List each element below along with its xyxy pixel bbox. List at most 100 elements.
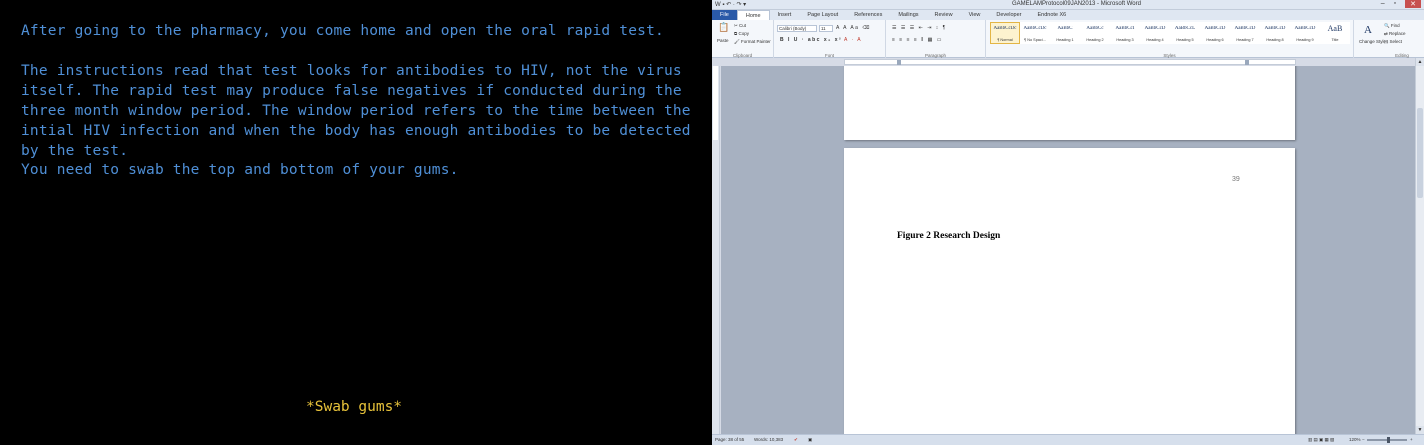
find-button[interactable]: 🔍 Find <box>1384 23 1400 29</box>
style-3[interactable]: AaBbC Heading 1 <box>1050 22 1080 44</box>
zoom-slider-thumb[interactable] <box>1387 437 1391 443</box>
tab-mailings[interactable]: Mailings <box>890 10 926 20</box>
document-area[interactable]: 39 Figure 2 Research Design <box>721 66 1415 434</box>
font-size-select[interactable]: 11 <box>819 25 833 32</box>
tab-view[interactable]: View <box>961 10 989 20</box>
macro-icon[interactable]: ▣ <box>808 437 812 443</box>
style-11[interactable]: AaBbCcD Heading 9 <box>1290 22 1320 44</box>
style-2[interactable]: AaBbCcDc ¶ No Spaci... <box>1020 22 1050 44</box>
proofing-icon[interactable]: ✔ <box>794 437 798 443</box>
story-paragraph-3: You need to swab the top and bottom of y… <box>21 162 459 178</box>
zoom-level[interactable]: 120% <box>1349 437 1361 442</box>
page-number: 39 <box>1232 176 1240 183</box>
horizontal-ruler[interactable] <box>844 59 1296 65</box>
style-name: Heading 9 <box>1296 38 1314 42</box>
view-buttons[interactable]: ▥ ▤ ▣ ▦ ▧ <box>1308 437 1334 443</box>
editing-group: 🔍 Find ⇄ Replace ⬚ Select Editing <box>1380 20 1424 58</box>
cut-button[interactable]: ✂ Cut <box>734 23 746 29</box>
style-sample: AaBbCcDc <box>993 26 1017 31</box>
page-count[interactable]: Page: 38 of 55 <box>715 437 744 442</box>
font-format-buttons[interactable]: B I U · abc x₂ x² <box>780 37 842 43</box>
style-sample: AaBbCcD <box>1234 26 1256 31</box>
style-6[interactable]: AaBbCcD Heading 4 <box>1140 22 1170 44</box>
zoom-out-icon[interactable]: − <box>1362 437 1365 442</box>
font-label: Font <box>824 53 834 58</box>
tab-references[interactable]: References <box>846 10 890 20</box>
style-sample: AaBbCcD <box>1294 26 1316 31</box>
style-5[interactable]: AaBbCcI Heading 3 <box>1110 22 1140 44</box>
styles-gallery: AaBbCcDc ¶ Normal AaBbCcDc ¶ No Spaci... AaB… <box>990 22 1350 46</box>
left-indent-marker[interactable] <box>897 60 901 65</box>
style-sample: AaBbCcL <box>1174 26 1196 31</box>
ribbon-tabs: File Home Insert Page Layout References … <box>712 10 1424 20</box>
scroll-thumb[interactable] <box>1417 108 1423 198</box>
style-10[interactable]: AaBbCcD Heading 8 <box>1260 22 1290 44</box>
status-bar: Page: 38 of 55 Words: 10,383 ✔ ▣ ▥ ▤ ▣ ▦… <box>712 434 1424 445</box>
change-styles-icon[interactable]: A <box>1364 24 1372 36</box>
figure-caption[interactable]: Figure 2 Research Design <box>897 231 1000 241</box>
tab-page-layout[interactable]: Page Layout <box>799 10 846 20</box>
vertical-ruler[interactable] <box>712 66 720 436</box>
zoom-slider[interactable] <box>1367 437 1407 443</box>
style-1[interactable]: AaBbCcDc ¶ Normal <box>990 22 1020 44</box>
style-sample: AaB <box>1327 24 1343 33</box>
style-name: Heading 1 <box>1056 38 1074 42</box>
title-bar: W ▪ ↶ · ↷ ▾ GAMELAMProtocol09JAN2013 - M… <box>712 0 1424 10</box>
tab-review[interactable]: Review <box>927 10 961 20</box>
font-grow-shrink[interactable]: A A Aa ⌫ <box>836 25 871 31</box>
ribbon: 📋 Paste ✂ Cut ⧉ Copy 🖌 Format Painter Cl… <box>712 20 1424 58</box>
style-name: Heading 2 <box>1086 38 1104 42</box>
style-name: Heading 5 <box>1176 38 1194 42</box>
zoom-in-icon[interactable]: + <box>1410 437 1413 442</box>
maximize-icon[interactable]: ▫ <box>1394 0 1396 8</box>
replace-button[interactable]: ⇄ Replace <box>1384 31 1406 37</box>
style-7[interactable]: AaBbCcL Heading 5 <box>1170 22 1200 44</box>
style-sample: AaBbCcD <box>1264 26 1286 31</box>
style-name: ¶ No Spaci... <box>1024 38 1046 42</box>
tab-endnote[interactable]: Endnote X6 <box>1029 10 1074 20</box>
style-sample: AaBbCc <box>1086 26 1104 31</box>
list-buttons[interactable]: ☰ ☰ ☰ ⇤ ⇥ ↕ ¶ <box>892 25 947 31</box>
copy-button[interactable]: ⧉ Copy <box>734 31 749 36</box>
window-controls: – ▫ ✕ <box>1381 0 1421 8</box>
window-title: GAMELAMProtocol09JAN2013 - Microsoft Wor… <box>1012 1 1141 7</box>
previous-page[interactable] <box>844 66 1295 140</box>
paste-icon[interactable]: 📋 <box>718 22 729 33</box>
story-paragraph-2: The instructions read that test looks fo… <box>21 63 691 159</box>
style-name: Heading 3 <box>1116 38 1134 42</box>
style-12[interactable]: AaB Title <box>1320 22 1350 44</box>
style-8[interactable]: AaBbCcD Heading 6 <box>1200 22 1230 44</box>
paragraph-group: ☰ ☰ ☰ ⇤ ⇥ ↕ ¶ ≡ ≡ ≡ ≡ ‖ ▦ ▭ Paragraph <box>886 20 986 58</box>
style-sample: AaBbCcD <box>1204 26 1226 31</box>
word-count[interactable]: Words: 10,383 <box>754 437 783 442</box>
font-family-select[interactable]: Calibri (Body) <box>777 25 817 32</box>
scroll-down-icon[interactable]: ▼ <box>1416 426 1424 434</box>
vertical-scrollbar[interactable]: ▲ ▼ <box>1415 58 1424 434</box>
minimize-icon[interactable]: – <box>1381 0 1385 8</box>
style-sample: AaBbCcDc <box>1023 26 1047 31</box>
story-paragraph-1: After going to the pharmacy, you come ho… <box>21 23 664 39</box>
quick-access-toolbar[interactable]: W ▪ ↶ · ↷ ▾ <box>715 1 746 8</box>
tab-developer[interactable]: Developer <box>988 10 1029 20</box>
select-button[interactable]: ⬚ Select <box>1384 39 1402 45</box>
alignment-buttons[interactable]: ≡ ≡ ≡ ≡ ‖ ▦ ▭ <box>892 37 943 43</box>
tab-insert[interactable]: Insert <box>770 10 800 20</box>
current-page[interactable]: 39 Figure 2 Research Design <box>844 148 1295 434</box>
tab-home[interactable]: Home <box>736 10 770 20</box>
scroll-up-icon[interactable]: ▲ <box>1416 58 1424 66</box>
vertical-ruler-margin <box>713 66 718 140</box>
paste-button[interactable]: Paste <box>717 38 729 43</box>
swab-gums-link[interactable]: *Swab gums* <box>306 399 402 415</box>
style-sample: AaBbC <box>1057 26 1073 31</box>
clipboard-group: 📋 Paste ✂ Cut ⧉ Copy 🖌 Format Painter Cl… <box>712 20 774 58</box>
font-group: Calibri (Body) 11 A A Aa ⌫ B I U · abc x… <box>774 20 886 58</box>
style-4[interactable]: AaBbCc Heading 2 <box>1080 22 1110 44</box>
format-painter-button[interactable]: 🖌 Format Painter <box>734 39 771 45</box>
tab-file[interactable]: File <box>712 10 737 20</box>
style-sample: AaBbCcD <box>1144 26 1166 31</box>
font-color-icon[interactable]: A · A <box>844 37 862 43</box>
style-9[interactable]: AaBbCcD Heading 7 <box>1230 22 1260 44</box>
paragraph-label: Paragraph <box>924 53 946 58</box>
right-indent-marker[interactable] <box>1245 60 1249 65</box>
close-icon[interactable]: ✕ <box>1405 0 1421 8</box>
